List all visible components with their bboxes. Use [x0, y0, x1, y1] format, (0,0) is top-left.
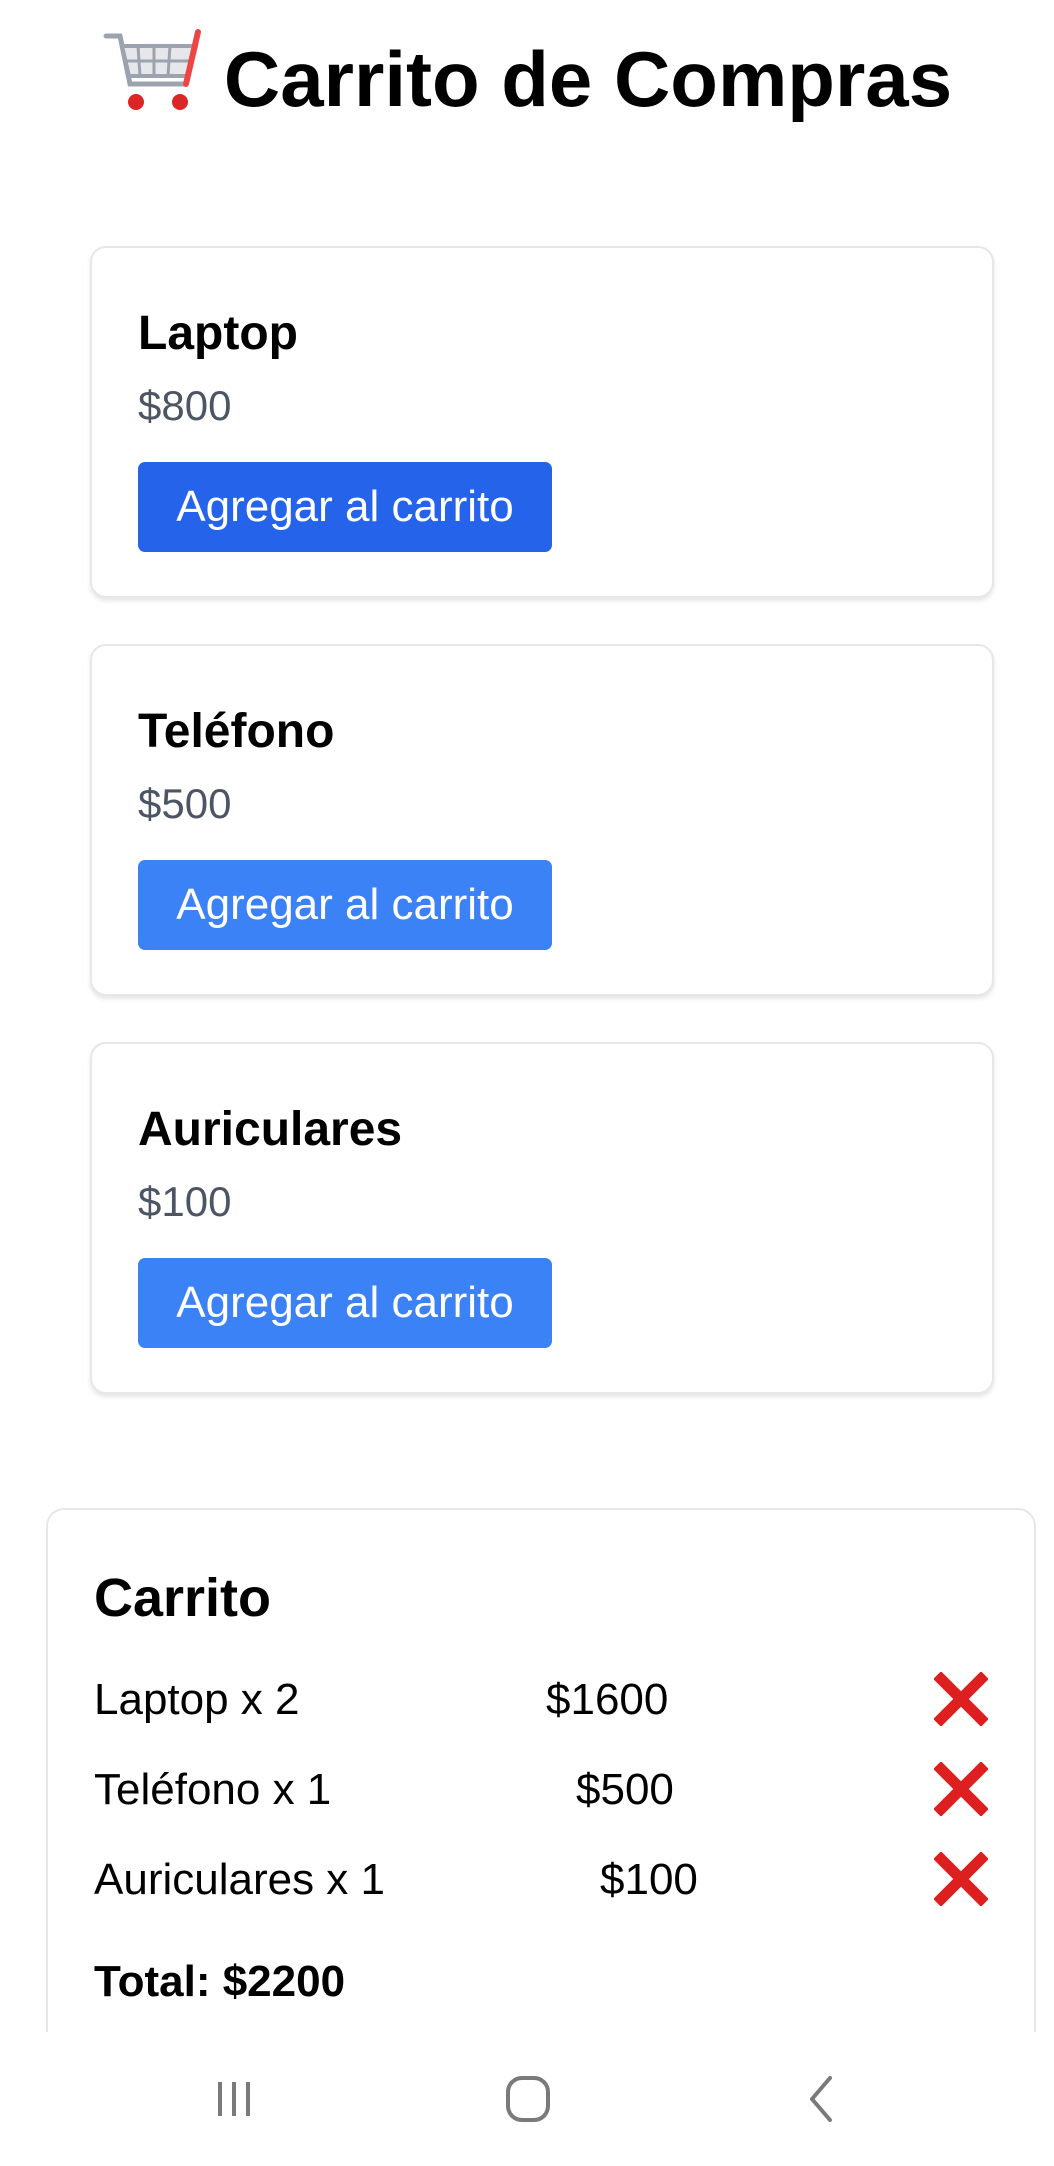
cart-item-label: Auriculares x 1 — [94, 1855, 386, 1904]
product-name: Teléfono — [138, 705, 335, 758]
cross-mark-icon — [933, 1851, 989, 1907]
cart-total: Total: $2200 — [94, 1957, 346, 2006]
page-title-text: Carrito de Compras — [223, 35, 953, 123]
product-name: Laptop — [138, 307, 298, 360]
add-to-cart-button[interactable]: Agregar al carrito — [138, 860, 552, 950]
recent-apps-icon — [218, 2082, 250, 2116]
remove-item-button[interactable] — [933, 1671, 989, 1727]
product-card-telefono: Teléfono $500 Agregar al carrito — [90, 644, 994, 996]
system-navigation-bar — [0, 2032, 1054, 2166]
product-card-auriculares: Auriculares $100 Agregar al carrito — [90, 1042, 994, 1394]
add-to-cart-button[interactable]: Agregar al carrito — [138, 1258, 552, 1348]
home-icon — [506, 2076, 550, 2122]
cart-item-price: $100 — [600, 1855, 698, 1904]
back-icon — [810, 2076, 832, 2122]
cart-item-row: Auriculares x 1 $100 — [48, 1840, 1034, 1920]
recent-apps-button[interactable] — [194, 2064, 274, 2134]
remove-item-button[interactable] — [933, 1851, 989, 1907]
add-to-cart-button[interactable]: Agregar al carrito — [138, 462, 552, 552]
shopping-cart-icon — [103, 29, 201, 110]
cross-mark-icon — [933, 1761, 989, 1817]
cart-item-label: Teléfono x 1 — [94, 1765, 332, 1814]
cart-item-price: $1600 — [546, 1675, 669, 1724]
cart-item-row: Teléfono x 1 $500 — [48, 1750, 1034, 1830]
cart-title: Carrito — [94, 1568, 272, 1628]
back-button[interactable] — [782, 2064, 862, 2134]
product-price: $800 — [138, 382, 232, 429]
page-title: Carrito de Compras — [0, 22, 1054, 135]
home-button[interactable] — [488, 2064, 568, 2134]
shopping-cart-page: Carrito de Compras Laptop $800 Agregar a… — [0, 0, 1054, 2166]
product-card-laptop: Laptop $800 Agregar al carrito — [90, 246, 994, 598]
product-price: $100 — [138, 1178, 232, 1225]
cart-panel: Carrito Laptop x 2 $1600 Teléfono x 1 $5… — [46, 1508, 1036, 2068]
cart-item-price: $500 — [576, 1765, 674, 1814]
product-price: $500 — [138, 780, 232, 827]
cart-item-row: Laptop x 2 $1600 — [48, 1660, 1034, 1740]
product-name: Auriculares — [138, 1103, 403, 1156]
cart-item-label: Laptop x 2 — [94, 1675, 300, 1724]
cross-mark-icon — [933, 1671, 989, 1727]
remove-item-button[interactable] — [933, 1761, 989, 1817]
